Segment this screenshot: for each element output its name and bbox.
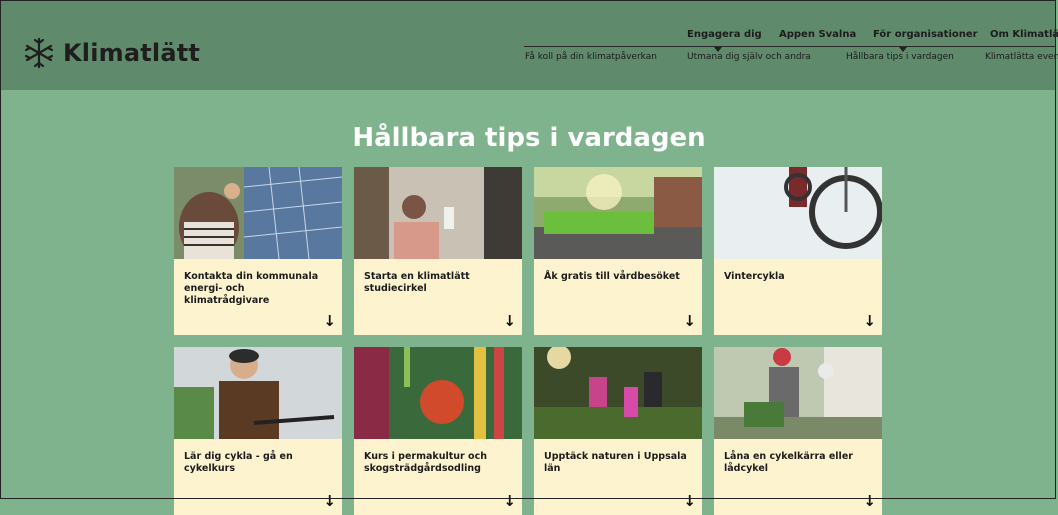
- card-image: [714, 167, 882, 259]
- card-title: Upptäck naturen i Uppsala län: [544, 451, 687, 474]
- card-image: [534, 347, 702, 439]
- card-title: Kurs i permakultur och skogsträdgårdsodl…: [364, 451, 487, 474]
- tip-card[interactable]: Låna en cykelkärra eller lådcykel ↓: [714, 347, 882, 515]
- card-image: [354, 347, 522, 439]
- arrow-down-icon: ↓: [323, 492, 336, 510]
- tip-card[interactable]: Kontakta din kommunala energi- och klima…: [174, 167, 342, 335]
- card-title: Åk gratis till vårdbesöket: [544, 271, 680, 282]
- card-title: Låna en cykelkärra eller lådcykel: [724, 451, 853, 474]
- tip-card[interactable]: Starta en klimatlätt studiecirkel ↓: [354, 167, 522, 335]
- card-image: [174, 167, 342, 259]
- subnav-klimatlatta-event[interactable]: Klimatlätta event: [985, 52, 1058, 62]
- nav-engagera-dig[interactable]: Engagera dig: [687, 29, 762, 40]
- card-title: Lär dig cykla - gå en cykelkurs: [184, 451, 293, 474]
- card-image: [174, 347, 342, 439]
- card-image: [534, 167, 702, 259]
- site-header: Klimatlätt Engagera dig Appen Svalna För…: [1, 1, 1058, 90]
- subnav-hallbara-tips[interactable]: Hållbara tips i vardagen: [846, 52, 954, 62]
- arrow-down-icon: ↓: [323, 312, 336, 330]
- arrow-down-icon: ↓: [863, 312, 876, 330]
- card-title: Starta en klimatlätt studiecirkel: [364, 271, 470, 294]
- subnav-klimatpaverkan[interactable]: Få koll på din klimatpåverkan: [525, 52, 657, 62]
- tip-card[interactable]: Lär dig cykla - gå en cykelkurs ↓: [174, 347, 342, 515]
- tip-card[interactable]: Upptäck naturen i Uppsala län ↓: [534, 347, 702, 515]
- arrow-down-icon: ↓: [683, 312, 696, 330]
- primary-nav: Engagera dig Appen Svalna För organisati…: [1, 29, 1058, 47]
- page-title: Hållbara tips i vardagen: [352, 123, 706, 153]
- tip-card[interactable]: Vintercykla ↓: [714, 167, 882, 335]
- tip-card[interactable]: Åk gratis till vårdbesöket ↓: [534, 167, 702, 335]
- card-image: [714, 347, 882, 439]
- card-title: Vintercykla: [724, 271, 785, 282]
- subnav-utmana[interactable]: Utmana dig själv och andra: [687, 52, 811, 62]
- nav-for-organisationer[interactable]: För organisationer: [873, 29, 978, 40]
- arrow-down-icon: ↓: [863, 492, 876, 510]
- arrow-down-icon: ↓: [503, 492, 516, 510]
- arrow-down-icon: ↓: [683, 492, 696, 510]
- card-title: Kontakta din kommunala energi- och klima…: [184, 271, 319, 306]
- card-image: [354, 167, 522, 259]
- nav-appen-svalna[interactable]: Appen Svalna: [779, 29, 856, 40]
- nav-divider: [524, 46, 1056, 47]
- nav-om-klimatlatt[interactable]: Om Klimatlätt: [990, 29, 1058, 40]
- tip-card[interactable]: Kurs i permakultur och skogsträdgårdsodl…: [354, 347, 522, 515]
- arrow-down-icon: ↓: [503, 312, 516, 330]
